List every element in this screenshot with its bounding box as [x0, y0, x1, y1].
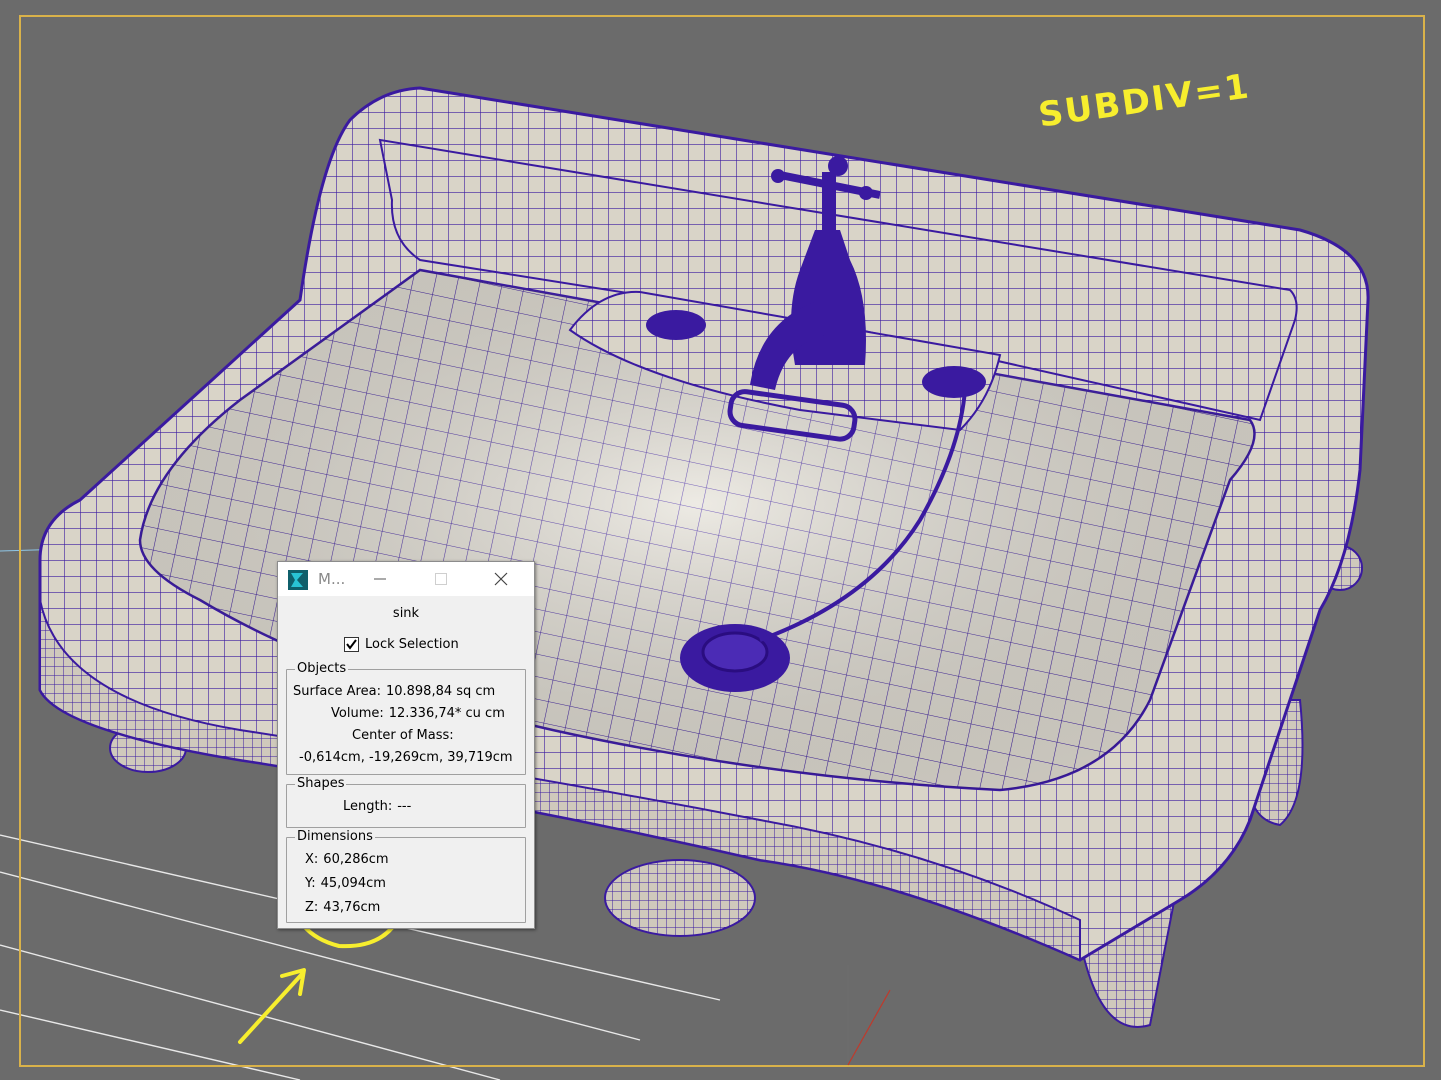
surface-area-value: 10.898,84 sq cm [385, 684, 496, 699]
dimensions-group-label: Dimensions [295, 829, 375, 844]
surface-area-label: Surface Area: [293, 684, 381, 699]
annotation-arrow [238, 968, 306, 1044]
lock-selection-checkbox[interactable] [344, 637, 359, 652]
objects-group: Objects Surface Area: 10.898,84 sq cm Vol… [286, 661, 526, 775]
measure-dialog[interactable]: M... sink Lock Selection Objects Surface… [277, 561, 535, 929]
minimize-button[interactable] [357, 562, 403, 596]
length-row: Length: --- [343, 799, 411, 814]
dimension-x-label: X: [305, 852, 319, 867]
dimensions-group: Dimensions X: 60,286cm Y: 45,094cm Z: 43,76… [286, 829, 526, 923]
center-of-mass-label: Center of Mass: [352, 728, 454, 743]
volume-value: 12.336,74* cu cm [388, 706, 505, 721]
selected-object-name: sink [392, 606, 420, 621]
surface-area-row: Surface Area: 10.898,84 sq cm [293, 684, 495, 699]
dimension-x-row: X: 60,286cm [305, 852, 389, 867]
dimension-z-value: 43,76cm [323, 900, 381, 915]
maximize-icon [435, 573, 447, 585]
volume-label: Volume: [331, 706, 384, 721]
sink-wireframe-render [0, 15, 1425, 1080]
dimension-z-label: Z: [305, 900, 319, 915]
dimension-y-row: Y: 45,094cm [305, 876, 386, 891]
dimension-x-value: 60,286cm [323, 852, 389, 867]
dialog-title: M... [318, 570, 346, 588]
shapes-group: Shapes Length: --- [286, 776, 526, 828]
3dsmax-app-icon [288, 570, 308, 590]
lock-selection-label: Lock Selection [365, 637, 459, 652]
shapes-group-label: Shapes [295, 776, 347, 791]
dialog-titlebar[interactable]: M... [278, 562, 534, 596]
close-button[interactable] [478, 562, 524, 596]
volume-row: Volume: 12.336,74* cu cm [331, 706, 505, 721]
checkmark-icon [346, 639, 357, 650]
close-icon [494, 572, 508, 586]
center-of-mass-value: -0,614cm, -19,269cm, 39,719cm [299, 750, 513, 765]
dimension-y-value: 45,094cm [320, 876, 386, 891]
dimension-y-label: Y: [305, 876, 316, 891]
length-label: Length: [343, 799, 393, 814]
maximize-button[interactable] [418, 562, 464, 596]
objects-group-label: Objects [295, 661, 349, 676]
lock-selection-row[interactable]: Lock Selection [344, 637, 459, 652]
axis-gizmo [847, 965, 891, 1066]
3d-viewport[interactable]: SUBDIV=1 M... sink Lock Selection Object… [0, 0, 1441, 1080]
minimize-icon [374, 578, 386, 580]
length-value: --- [397, 799, 412, 814]
dimension-z-row: Z: 43,76cm [305, 900, 380, 915]
